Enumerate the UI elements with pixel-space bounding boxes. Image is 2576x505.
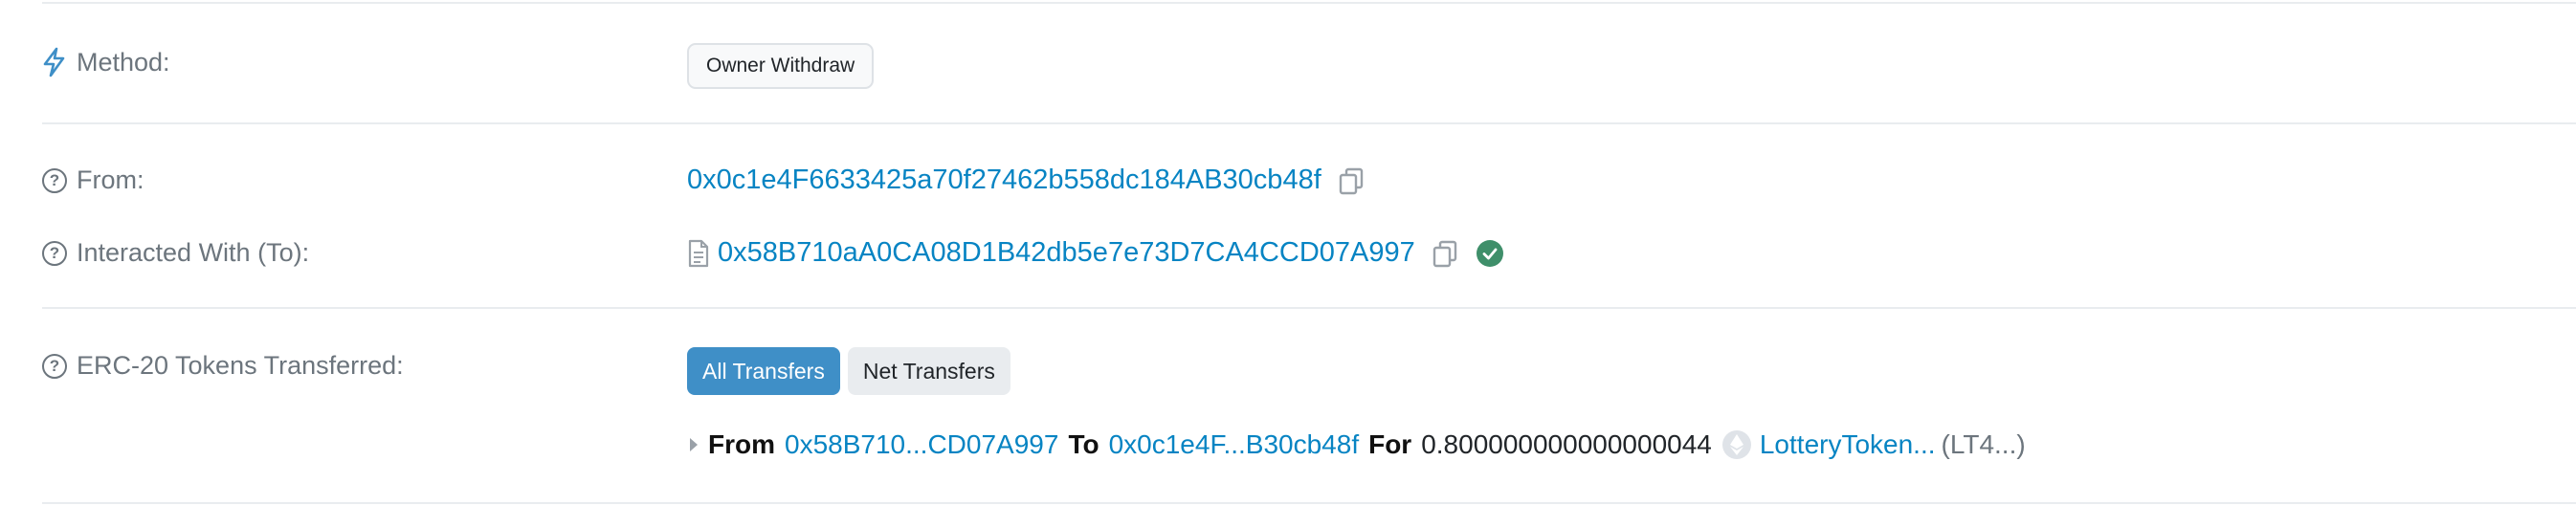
method-label-text: Method:: [77, 47, 170, 77]
copy-icon[interactable]: [1337, 166, 1366, 195]
contract-file-icon: [688, 239, 709, 267]
transfer-to-address[interactable]: 0x0c1e4F...B30cb48f: [1109, 429, 1360, 460]
method-label: Method:: [42, 47, 170, 77]
to-value: 0x58B710aA0CA08D1B42db5e7e73D7CA4CCD07A9…: [687, 237, 1503, 269]
transfer-for-word: For: [1368, 429, 1412, 459]
to-label-text: Interacted With (To):: [77, 238, 310, 267]
tab-net-transfers[interactable]: Net Transfers: [847, 347, 1010, 395]
question-circle-icon[interactable]: ?: [42, 167, 67, 193]
transfer-from-address[interactable]: 0x58B710...CD07A997: [785, 429, 1058, 460]
tokens-label-text: ERC-20 Tokens Transferred:: [77, 351, 404, 380]
to-label: ? Interacted With (To):: [42, 238, 309, 268]
transfer-to-word: To: [1068, 429, 1099, 459]
token-symbol: (LT4...): [1941, 429, 2026, 459]
question-circle-icon[interactable]: ?: [42, 240, 67, 266]
top-divider: [42, 2, 2576, 4]
token-logo-icon: [1721, 430, 1751, 459]
method-value: Owner Withdraw: [687, 43, 875, 89]
from-value: 0x0c1e4F6633425a70f27462b558dc184AB30cb4…: [687, 165, 1366, 196]
transfer-amount: 0.800000000000000044: [1421, 429, 1712, 459]
divider-1: [42, 122, 2576, 124]
tokens-tabs: All Transfers Net Transfers: [687, 347, 1010, 395]
bottom-divider: [42, 502, 2576, 504]
token-name-link[interactable]: LotteryToken...: [1760, 429, 1936, 460]
method-badge[interactable]: Owner Withdraw: [687, 43, 875, 89]
transfer-from-word: From: [708, 429, 775, 459]
question-circle-icon[interactable]: ?: [42, 353, 67, 379]
tab-all-transfers[interactable]: All Transfers: [687, 347, 840, 395]
verified-check-icon[interactable]: [1476, 239, 1503, 267]
to-address-link[interactable]: 0x58B710aA0CA08D1B42db5e7e73D7CA4CCD07A9…: [718, 237, 1415, 269]
caret-right-icon[interactable]: [687, 435, 700, 454]
divider-2: [42, 307, 2576, 309]
copy-icon[interactable]: [1431, 239, 1459, 268]
lightning-icon: [43, 47, 65, 77]
transfer-row: From 0x58B710...CD07A997 To 0x0c1e4F...B…: [687, 429, 2026, 460]
from-label: ? From:: [42, 165, 144, 195]
tokens-label: ? ERC-20 Tokens Transferred:: [42, 351, 404, 381]
from-label-text: From:: [77, 165, 144, 194]
from-address-link[interactable]: 0x0c1e4F6633425a70f27462b558dc184AB30cb4…: [687, 165, 1321, 196]
